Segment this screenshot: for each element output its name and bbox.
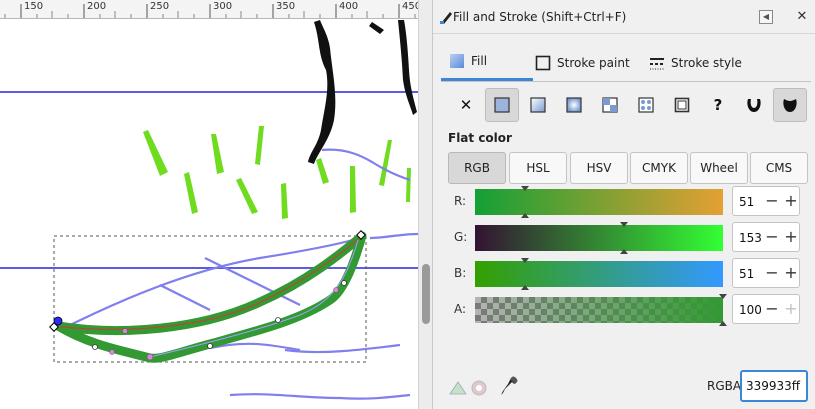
mesh-button[interactable] (665, 88, 699, 122)
fill-type-toolbar: ✕ ? (441, 88, 811, 124)
green-slider[interactable] (475, 222, 723, 254)
radial-gradient-icon (566, 97, 582, 113)
decrement-icon[interactable]: − (764, 262, 780, 284)
slider-handle-bottom[interactable] (521, 285, 529, 290)
stroke-paint-icon (535, 55, 551, 70)
mode-hsl[interactable]: HSL (509, 152, 567, 184)
collapse-left-icon[interactable]: ◀ (759, 10, 773, 24)
ink-stroke-right[interactable] (398, 20, 417, 115)
scrollbar-thumb[interactable] (422, 264, 430, 324)
blue-value[interactable]: 51 (739, 267, 754, 281)
red-spinbox[interactable]: 51 − + (732, 186, 800, 216)
mode-hsv[interactable]: HSV (570, 152, 628, 184)
eyedropper-icon[interactable] (500, 376, 518, 396)
linear-gradient-icon (530, 97, 546, 113)
ruler-tick-marks (4, 4, 416, 18)
tab-stroke-paint-label: Stroke paint (557, 55, 630, 70)
red-channel-row: R: 51 − + (448, 186, 808, 218)
path-inner-edge (149, 239, 359, 358)
background-curves[interactable] (59, 148, 418, 400)
channel-label: B: (454, 266, 467, 280)
flat-color-heading: Flat color (448, 131, 512, 145)
tab-fill[interactable]: Fill (441, 44, 533, 81)
increment-icon[interactable]: + (783, 190, 799, 212)
increment-icon[interactable]: + (783, 226, 799, 248)
alpha-slider[interactable] (475, 294, 727, 326)
mode-wheel[interactable]: Wheel (690, 152, 748, 184)
red-value[interactable]: 51 (739, 195, 754, 209)
drawing-canvas[interactable] (0, 19, 418, 409)
inkscape-window: 150 200 250 300 350 400 450 (0, 0, 815, 409)
fill-rule-evenodd-button[interactable] (737, 88, 771, 122)
slider-handle-bottom[interactable] (719, 321, 727, 326)
unset-button[interactable]: ? (701, 88, 735, 122)
horizontal-ruler[interactable]: 150 200 250 300 350 400 450 (0, 0, 418, 19)
slider-handle-top[interactable] (719, 294, 727, 299)
increment-icon[interactable]: + (783, 262, 799, 284)
mode-cmyk[interactable]: CMYK (630, 152, 688, 184)
fill-rule-nonzero-button[interactable] (773, 88, 807, 122)
close-icon[interactable]: ✕ (794, 9, 810, 25)
decrement-icon[interactable]: − (764, 226, 780, 248)
alpha-channel-row: A: 100 − + (448, 294, 808, 326)
vertical-scrollbar[interactable] (418, 0, 432, 409)
mesh-icon (674, 97, 690, 113)
question-mark-icon: ? (713, 96, 723, 114)
fill-rule-evenodd-icon (747, 99, 761, 112)
slider-handle-bottom[interactable] (620, 249, 628, 254)
channel-label: G: (454, 230, 468, 244)
fill-gradient-icon (450, 54, 464, 68)
pattern-icon (602, 97, 618, 113)
mode-rgb[interactable]: RGB (448, 152, 506, 184)
alpha-value[interactable]: 100 (739, 303, 762, 317)
stroke-style-icon (650, 57, 664, 69)
pattern-button[interactable] (593, 88, 627, 122)
dialog-title: Fill and Stroke (Shift+Ctrl+F) (453, 10, 627, 24)
tab-stroke-style-label: Stroke style (671, 55, 742, 70)
slider-handle-top[interactable] (620, 222, 628, 227)
no-paint-icon: ✕ (459, 96, 473, 114)
grass-blades[interactable] (143, 126, 411, 219)
linear-gradient-button[interactable] (521, 88, 555, 122)
tab-stroke-paint[interactable]: Stroke paint (527, 44, 639, 81)
green-spinbox[interactable]: 153 − + (732, 222, 800, 252)
channel-label: R: (454, 194, 467, 208)
green-channel-row: G: 153 − + (448, 222, 808, 254)
decrement-icon[interactable]: − (764, 190, 780, 212)
green-value[interactable]: 153 (739, 231, 762, 245)
slider-handle-bottom[interactable] (521, 213, 529, 218)
rgba-input[interactable] (740, 370, 808, 402)
selected-leaf-path[interactable] (53, 231, 367, 363)
channel-label: A: (454, 302, 467, 316)
swatch-button[interactable] (629, 88, 663, 122)
color-mode-tabs: RGB HSL HSV CMYK Wheel CMS (448, 152, 808, 184)
canvas-area[interactable]: 150 200 250 300 350 400 450 (0, 0, 432, 409)
flat-color-button[interactable] (485, 88, 519, 122)
radial-gradient-button[interactable] (557, 88, 591, 122)
color-managed-icon[interactable] (448, 376, 488, 398)
fill-rule-nonzero-icon (783, 99, 797, 112)
no-paint-button[interactable]: ✕ (449, 88, 483, 122)
ink-fragment[interactable] (369, 22, 384, 34)
swatch-icon (638, 97, 654, 113)
slider-handle-top[interactable] (521, 186, 529, 191)
color-bottom-bar: RGBA: (448, 370, 808, 404)
decrement-icon[interactable]: − (764, 298, 780, 320)
tab-fill-label: Fill (471, 54, 488, 68)
tab-stroke-style[interactable]: Stroke style (641, 44, 753, 81)
dialog-tabs: Fill Stroke paint Stroke style (441, 44, 811, 82)
dialog-title-bar: Fill and Stroke (Shift+Ctrl+F) ◀ ✕ (433, 0, 815, 34)
blue-channel-row: B: 51 − + (448, 258, 808, 290)
red-slider[interactable] (475, 186, 723, 218)
mode-cms[interactable]: CMS (750, 152, 808, 184)
alpha-spinbox[interactable]: 100 − + (732, 294, 800, 324)
increment-icon[interactable]: + (783, 298, 799, 320)
flat-color-icon (494, 97, 510, 113)
slider-handle-top[interactable] (521, 258, 529, 263)
blue-slider[interactable] (475, 258, 723, 290)
blue-spinbox[interactable]: 51 − + (732, 258, 800, 288)
